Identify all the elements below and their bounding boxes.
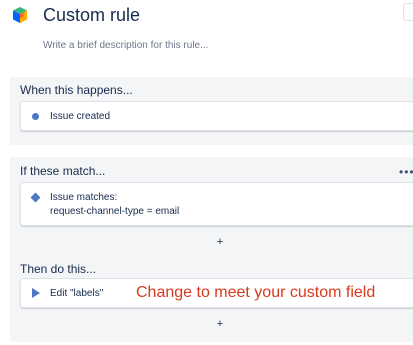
more-options-icon[interactable]: ••• (399, 166, 413, 178)
dot-icon (32, 113, 39, 120)
condition-card[interactable] (20, 182, 413, 226)
trigger-card-label: Issue created (50, 111, 111, 122)
condition-card-line1: Issue matches: (50, 192, 118, 203)
action-section-label: Then do this... (20, 262, 97, 276)
action-card-label: Edit "labels" (50, 288, 104, 299)
annotation-text: Change to meet your custom field (136, 284, 376, 301)
condition-section-label: If these match... (20, 164, 106, 178)
trigger-section-label: When this happens... (20, 83, 133, 97)
rule-title[interactable]: Custom rule (43, 4, 140, 26)
header-action-edge[interactable] (403, 3, 413, 21)
play-icon (32, 288, 40, 298)
automation-cube-icon (11, 6, 29, 24)
condition-card-line2: request-channel-type = email (50, 206, 180, 217)
rule-description-input[interactable]: Write a brief description for this rule.… (43, 40, 208, 52)
add-condition-button[interactable]: + (215, 237, 225, 248)
add-action-button[interactable]: + (215, 319, 225, 330)
